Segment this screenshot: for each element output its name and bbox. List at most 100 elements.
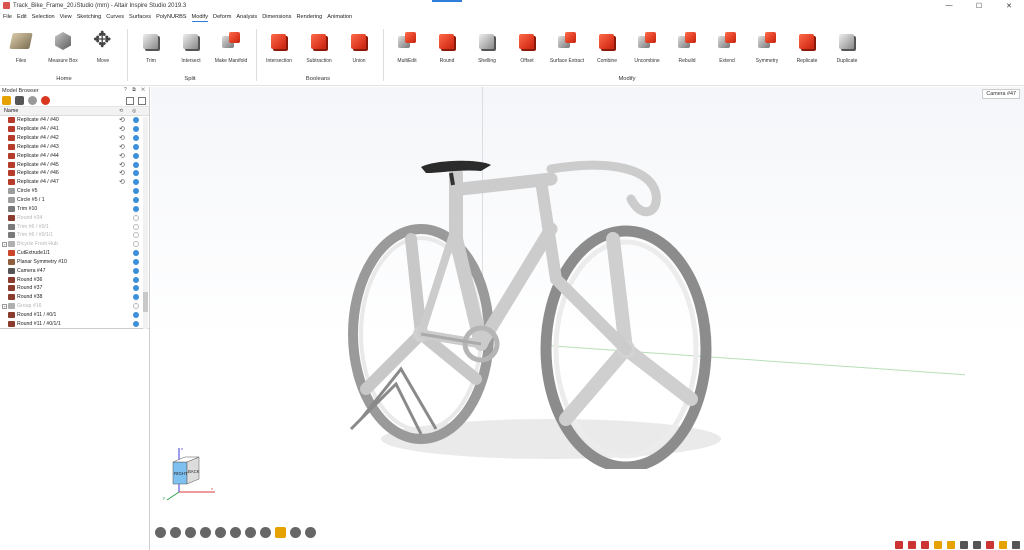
- visibility-toggle[interactable]: [133, 258, 139, 265]
- tree-row[interactable]: Trim #6 / #0/1: [0, 222, 149, 231]
- menu-modify[interactable]: Modify: [191, 13, 209, 22]
- menu-analysis[interactable]: Analysis: [236, 13, 257, 21]
- tree-row[interactable]: Planar Symmetry #10: [0, 258, 149, 267]
- tree-row[interactable]: Replicate #4 / #40 ⟲: [0, 116, 149, 125]
- visibility-toggle[interactable]: [133, 232, 139, 239]
- tree-row[interactable]: + Group #16: [0, 302, 149, 311]
- make-manifold-tool[interactable]: Make Manifold: [210, 29, 252, 64]
- light-icon[interactable]: [28, 96, 37, 105]
- tree-row[interactable]: Camera #47: [0, 266, 149, 275]
- tree-row[interactable]: Replicate #4 / #47 ⟲: [0, 178, 149, 187]
- material-icon[interactable]: [41, 96, 50, 105]
- menu-animation[interactable]: Animation: [327, 13, 352, 21]
- tree-row[interactable]: Round #36: [0, 275, 149, 284]
- pan-icon[interactable]: [170, 527, 181, 538]
- tree-row[interactable]: Replicate #4 / #42 ⟲: [0, 134, 149, 143]
- bike-model[interactable]: [341, 129, 731, 469]
- tree-row[interactable]: Round #34: [0, 213, 149, 222]
- zoom-extents-icon[interactable]: [305, 527, 316, 538]
- combine-tool[interactable]: Combine: [586, 29, 628, 64]
- link-icon[interactable]: ⟲: [119, 116, 125, 124]
- minimize-button[interactable]: —: [934, 0, 964, 11]
- visibility-toggle[interactable]: [133, 285, 139, 292]
- move-tool[interactable]: Move: [82, 27, 124, 64]
- visibility-toggle[interactable]: [133, 214, 139, 221]
- shadow-icon[interactable]: [986, 541, 994, 549]
- tree-row[interactable]: Replicate #4 / #45 ⟲: [0, 160, 149, 169]
- files-tool[interactable]: Files: [0, 29, 42, 64]
- offset-tool[interactable]: Offset: [506, 29, 548, 64]
- tree-row[interactable]: Circle #5: [0, 187, 149, 196]
- duplicate-tool[interactable]: Duplicate: [826, 29, 868, 64]
- visibility-toggle[interactable]: [133, 276, 139, 283]
- display-mode-icon[interactable]: [934, 541, 942, 549]
- tree-row[interactable]: Round #11 / #0/1/1: [0, 319, 149, 328]
- grid-view-icon[interactable]: [138, 97, 146, 105]
- visibility-toggle[interactable]: [133, 170, 139, 177]
- link-icon[interactable]: ⟲: [119, 152, 125, 160]
- zoom-window-icon[interactable]: [290, 527, 301, 538]
- fit-view-icon[interactable]: [275, 527, 286, 538]
- subtraction-tool[interactable]: Subtraction: [298, 29, 340, 64]
- model-browser-controls[interactable]: ? ⧉ ✕: [124, 87, 147, 93]
- tree-expander-icon[interactable]: +: [2, 241, 7, 247]
- link-icon[interactable]: ⟲: [119, 178, 125, 186]
- trim-tool[interactable]: Trim: [130, 29, 172, 64]
- lighting-icon[interactable]: [947, 541, 955, 549]
- menu-selection[interactable]: Selection: [32, 13, 55, 21]
- round-tool[interactable]: Round: [426, 29, 468, 64]
- menu-curves[interactable]: Curves: [106, 13, 124, 21]
- visibility-toggle[interactable]: [133, 188, 139, 195]
- visibility-toggle[interactable]: [133, 161, 139, 168]
- browser-scrollbar-thumb[interactable]: [143, 292, 148, 312]
- menu-file[interactable]: File: [3, 13, 12, 21]
- tree-row[interactable]: Round #38: [0, 293, 149, 302]
- menu-dimensions[interactable]: Dimensions: [262, 13, 291, 21]
- look-icon[interactable]: [200, 527, 211, 538]
- snap-icon[interactable]: [895, 541, 903, 549]
- visibility-toggle[interactable]: [133, 320, 139, 327]
- link-icon[interactable]: ⟲: [119, 134, 125, 142]
- visibility-toggle[interactable]: [133, 179, 139, 186]
- union-tool[interactable]: Union: [338, 29, 380, 64]
- visibility-toggle[interactable]: [133, 250, 139, 257]
- rebuild-tool[interactable]: Rebuild: [666, 29, 708, 64]
- menu-edit[interactable]: Edit: [17, 13, 27, 21]
- tree-row[interactable]: Trim #10: [0, 204, 149, 213]
- intersection-tool[interactable]: Intersection: [258, 29, 300, 64]
- render-icon[interactable]: [921, 541, 929, 549]
- shelling-tool[interactable]: Shelling: [466, 29, 508, 64]
- visibility-toggle[interactable]: [133, 267, 139, 274]
- menu-surfaces[interactable]: Surfaces: [129, 13, 151, 21]
- link-icon[interactable]: ⟲: [119, 169, 125, 177]
- extend-tool[interactable]: Extend: [706, 29, 748, 64]
- tree-row[interactable]: Round #11 / #0/1: [0, 311, 149, 320]
- visibility-toggle[interactable]: [133, 241, 139, 248]
- tree-row[interactable]: + Bicycle Front Hub: [0, 240, 149, 249]
- menu-deform[interactable]: Deform: [213, 13, 231, 21]
- visibility-toggle[interactable]: [133, 135, 139, 142]
- camera-icon[interactable]: [245, 527, 256, 538]
- visibility-toggle[interactable]: [133, 197, 139, 204]
- visibility-toggle[interactable]: [133, 303, 139, 310]
- tree-row[interactable]: Replicate #4 / #43 ⟲: [0, 143, 149, 152]
- intersect-tool[interactable]: Intersect: [170, 29, 212, 64]
- tree-row[interactable]: Trim #6 / #0/1/1: [0, 231, 149, 240]
- tree-row[interactable]: Circle #5 / 1: [0, 196, 149, 205]
- background-icon[interactable]: [999, 541, 1007, 549]
- section-icon[interactable]: [908, 541, 916, 549]
- tree-row[interactable]: Replicate #4 / #41 ⟲: [0, 125, 149, 134]
- visibility-toggle[interactable]: [133, 152, 139, 159]
- tree-expander-icon[interactable]: +: [2, 303, 7, 309]
- browser-scrollbar[interactable]: [143, 117, 148, 329]
- visibility-toggle[interactable]: [133, 294, 139, 301]
- grid-icon[interactable]: [960, 541, 968, 549]
- menu-view[interactable]: View: [60, 13, 72, 21]
- visibility-toggle[interactable]: [133, 205, 139, 212]
- uncombine-tool[interactable]: Uncombine: [626, 29, 668, 64]
- settings-icon[interactable]: [1012, 541, 1020, 549]
- units-icon[interactable]: [973, 541, 981, 549]
- camera-label[interactable]: Camera #47: [982, 89, 1020, 99]
- replicate-tool[interactable]: Replicate: [786, 29, 828, 64]
- filter-parts-icon[interactable]: [2, 96, 11, 105]
